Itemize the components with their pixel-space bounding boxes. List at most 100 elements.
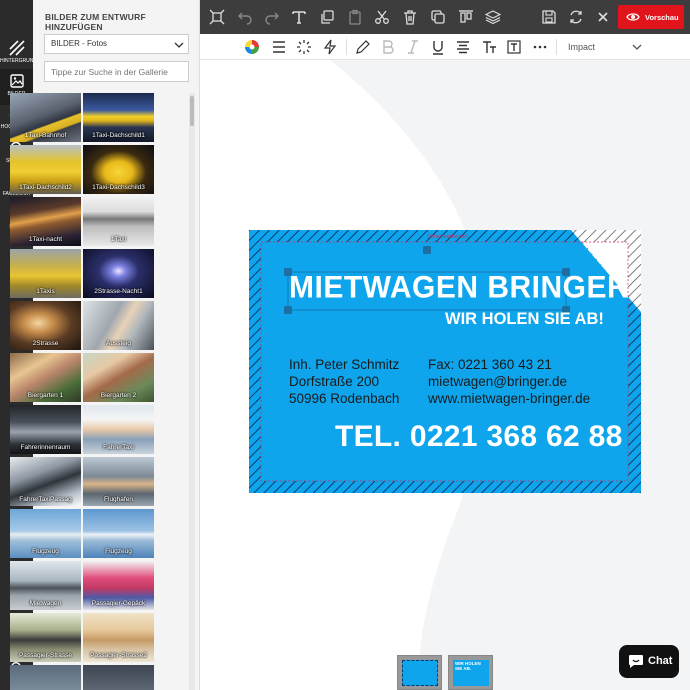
italic-icon[interactable]: [405, 39, 421, 55]
gallery-image[interactable]: 2Strasse: [10, 301, 81, 350]
paste-button[interactable]: [340, 0, 370, 34]
gallery-image[interactable]: Biergarten 1: [10, 353, 81, 402]
pen-icon[interactable]: [355, 39, 371, 55]
gallery-scrollbar[interactable]: [189, 93, 195, 690]
gallery-image[interactable]: Fahrerinnenraum: [10, 405, 81, 454]
redo-button[interactable]: [257, 0, 287, 34]
gallery-image[interactable]: 1Taxi-Bahnhof: [10, 93, 81, 142]
gallery-image[interactable]: FahrerTaxiPassag: [10, 457, 81, 506]
gallery-image[interactable]: 1Taxi-Dachschild2: [10, 145, 81, 194]
gallery-image[interactable]: Mietwagen: [10, 561, 81, 610]
gallery-image[interactable]: 1Taxis: [10, 249, 81, 298]
font-select-value: Impact: [568, 42, 596, 52]
image-caption: Biergarten 2: [100, 392, 137, 399]
copy-button[interactable]: [312, 0, 342, 34]
card-contact-line[interactable]: Fax: 0221 360 43 21: [428, 356, 552, 373]
add-text-button[interactable]: [284, 0, 314, 34]
image-caption: 2Strasse-Nacht1: [94, 288, 143, 295]
flash-icon[interactable]: [322, 39, 338, 55]
gallery-image[interactable]: Biergarten 2: [83, 353, 154, 402]
category-select[interactable]: BILDER - Fotos: [44, 34, 189, 54]
background-pattern-icon: [8, 40, 25, 56]
image-caption: 1Taxis: [36, 288, 55, 295]
gallery-image[interactable]: [10, 665, 81, 690]
top-toolbar: Vorschau: [200, 0, 690, 34]
image-caption: FahrerTaxi: [103, 444, 134, 451]
image-caption: 1Taxi-nacht: [28, 236, 63, 243]
gallery-image[interactable]: 1Taxi-nacht: [10, 197, 81, 246]
gallery-image[interactable]: Flughafen: [83, 457, 154, 506]
page-thumb-back[interactable]: WIR HOLEN SIE AB.: [448, 655, 493, 690]
rail-label: HINTERGRUND: [0, 58, 33, 64]
card-headline[interactable]: MIETWAGEN BRINGER: [289, 270, 629, 306]
image-caption: FahrerTaxiPassag: [19, 496, 72, 503]
refresh-button[interactable]: [561, 0, 591, 34]
gallery-image[interactable]: Flugzeug: [10, 509, 81, 558]
duplicate-button[interactable]: [423, 0, 453, 34]
gallery-image[interactable]: Passagier-Strasse: [10, 613, 81, 662]
undo-icon: [238, 12, 252, 25]
layers-button[interactable]: [478, 0, 508, 34]
image-caption: 2Strasse: [32, 340, 59, 347]
cut-button[interactable]: [367, 0, 397, 34]
image-icon: [9, 74, 24, 88]
image-caption: 1Taxi-Dachschild3: [92, 184, 145, 191]
align-center-icon[interactable]: [455, 39, 471, 55]
preview-button[interactable]: Vorschau: [618, 5, 684, 29]
delete-button[interactable]: [395, 0, 425, 34]
gallery-image[interactable]: 1Taxi-Dachschild3: [83, 145, 154, 194]
gallery-scrollbar-thumb[interactable]: [190, 96, 194, 126]
gallery-image[interactable]: Aussteig: [83, 301, 154, 350]
chevron-down-icon: [174, 42, 184, 48]
preview-label: Vorschau: [645, 13, 679, 22]
save-icon: [542, 10, 556, 24]
image-caption: Flugzeug: [32, 548, 59, 555]
text-box-icon[interactable]: [506, 39, 522, 55]
save-button[interactable]: [534, 0, 564, 34]
image-caption: 1Taxi-Dachschild1: [92, 132, 145, 139]
card-slogan[interactable]: WIR HOLEN SIE AB!: [445, 310, 604, 329]
font-select[interactable]: Impact: [562, 39, 642, 55]
cut-icon: [375, 10, 389, 24]
text-size-icon[interactable]: [481, 39, 497, 55]
effects-icon[interactable]: [296, 39, 312, 55]
rail-item-hintergrund[interactable]: HINTERGRUND: [0, 36, 33, 72]
line-spacing-icon[interactable]: [271, 39, 287, 55]
underline-icon[interactable]: [430, 39, 446, 55]
select-all-button[interactable]: [202, 0, 232, 34]
bold-icon[interactable]: [380, 39, 396, 55]
image-caption: Biergarten 1: [27, 392, 64, 399]
page-thumb-front[interactable]: [397, 655, 442, 690]
card-address-line[interactable]: 50996 Rodenbach: [289, 390, 399, 407]
gallery-search-input[interactable]: [44, 61, 189, 82]
chat-bubble-icon: [629, 655, 643, 668]
gallery-image[interactable]: FahrerTaxi: [83, 405, 154, 454]
gallery-image[interactable]: 1Taxi-Dachschild1: [83, 93, 154, 142]
card-address-line[interactable]: Inh. Peter Schmitz: [289, 356, 399, 373]
chat-button[interactable]: Chat: [619, 645, 679, 678]
align-button[interactable]: [451, 0, 481, 34]
business-card[interactable]: Sicherheitsbereich MIETWAGEN BRINGER WIR…: [249, 230, 641, 493]
card-contact-line[interactable]: www.mietwagen-bringer.de: [428, 390, 590, 407]
gallery-image[interactable]: Passagier-Gepäck: [83, 561, 154, 610]
gallery-image[interactable]: [83, 665, 154, 690]
gallery-image[interactable]: 1Taxi: [83, 197, 154, 246]
add-text-icon: [292, 11, 306, 24]
delete-icon: [404, 10, 416, 25]
gallery-image[interactable]: Flugzeug: [83, 509, 154, 558]
more-icon[interactable]: [532, 39, 548, 55]
close-icon: [598, 12, 608, 22]
gallery-image[interactable]: 2Strasse-Nacht1: [83, 249, 154, 298]
copy-icon: [321, 10, 334, 24]
undo-button[interactable]: [230, 0, 260, 34]
duplicate-icon: [431, 10, 445, 24]
color-wheel-icon[interactable]: [244, 39, 260, 55]
category-select-value: BILDER - Fotos: [51, 39, 108, 48]
gallery-image[interactable]: Passagier-Strasse2: [83, 613, 154, 662]
align-icon: [459, 10, 473, 23]
card-contact-line[interactable]: mietwagen@bringer.de: [428, 373, 567, 390]
card-phone[interactable]: TEL. 0221 368 62 88: [335, 420, 623, 454]
close-button[interactable]: [588, 0, 618, 34]
image-caption: Flughafen: [104, 496, 133, 503]
card-address-line[interactable]: Dorfstraße 200: [289, 373, 379, 390]
